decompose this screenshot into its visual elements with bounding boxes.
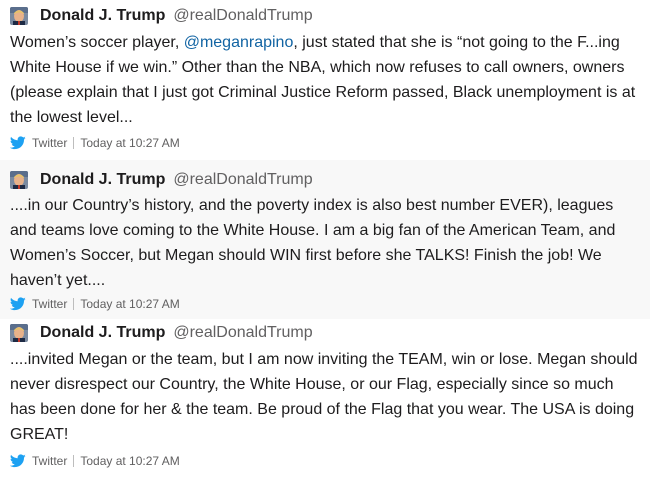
tweet-source[interactable]: Twitter [32, 297, 67, 311]
tweet-header: Donald J. Trump @realDonaldTrump [10, 169, 313, 191]
avatar[interactable] [10, 324, 28, 342]
tweet-card-3: Donald J. Trump @realDonaldTrump ....inv… [0, 319, 650, 481]
tweet-text: Women’s soccer player, @meganrapino, jus… [10, 30, 642, 130]
footer-divider [73, 455, 75, 467]
tweet-timestamp[interactable]: Today at 10:27 AM [80, 136, 179, 150]
tweet-card-2: Donald J. Trump @realDonaldTrump ....in … [0, 160, 650, 319]
avatar[interactable] [10, 7, 28, 25]
mention-link[interactable]: @meganrapino [184, 34, 294, 51]
footer-divider [73, 137, 75, 149]
tweet-text-part: Women’s soccer player, [10, 34, 184, 51]
tweet-card-1: Donald J. Trump @realDonaldTrump Women’s… [0, 0, 650, 160]
author-name[interactable]: Donald J. Trump [40, 171, 165, 189]
tweet-footer: Twitter Today at 10:27 AM [10, 296, 180, 312]
tweet-timestamp[interactable]: Today at 10:27 AM [80, 297, 179, 311]
tweet-footer: Twitter Today at 10:27 AM [10, 453, 180, 469]
twitter-bird-icon [10, 136, 26, 150]
tweet-source[interactable]: Twitter [32, 454, 67, 468]
tweet-text: ....in our Country’s history, and the po… [10, 197, 620, 289]
twitter-bird-icon [10, 297, 26, 311]
author-name[interactable]: Donald J. Trump [40, 7, 165, 25]
tweet-text: ....invited Megan or the team, but I am … [10, 351, 643, 443]
avatar[interactable] [10, 171, 28, 189]
author-handle[interactable]: @realDonaldTrump [173, 324, 312, 342]
author-handle[interactable]: @realDonaldTrump [173, 7, 312, 25]
tweet-header: Donald J. Trump @realDonaldTrump [10, 5, 313, 27]
tweet-header: Donald J. Trump @realDonaldTrump [10, 322, 313, 344]
tweet-source[interactable]: Twitter [32, 136, 67, 150]
tweet-footer: Twitter Today at 10:27 AM [10, 135, 180, 151]
tweet-timestamp[interactable]: Today at 10:27 AM [80, 454, 179, 468]
footer-divider [73, 298, 75, 310]
twitter-bird-icon [10, 454, 26, 468]
author-handle[interactable]: @realDonaldTrump [173, 171, 312, 189]
author-name[interactable]: Donald J. Trump [40, 324, 165, 342]
